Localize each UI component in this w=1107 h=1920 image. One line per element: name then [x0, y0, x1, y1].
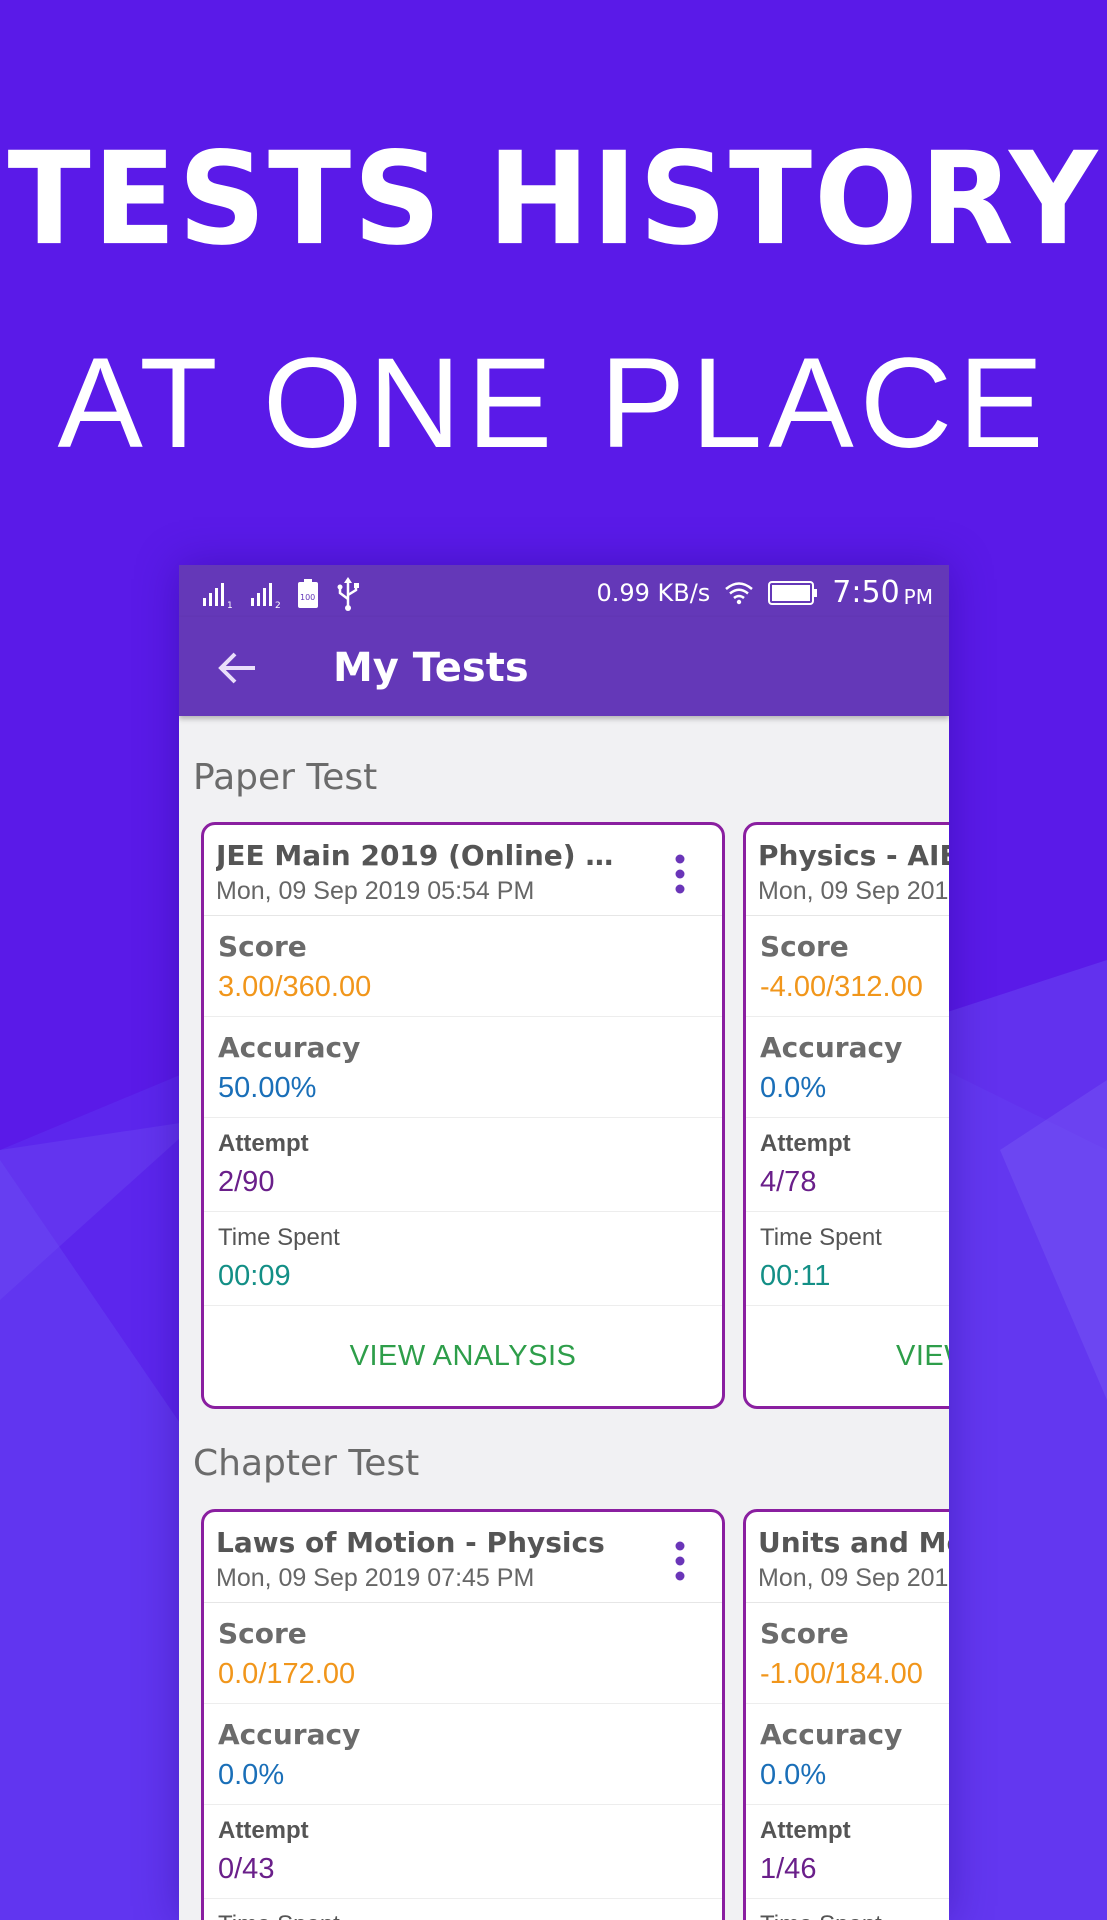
metric-value: 0.0% — [760, 1072, 827, 1104]
card-title: Laws of Motion - Physics — [216, 1526, 605, 1559]
metric-label: Attempt — [218, 1817, 309, 1844]
metric-accuracy: Accuracy 50.00% — [204, 1017, 722, 1118]
test-card[interactable]: Units and Mea Mon, 09 Sep 2019 Score -1.… — [743, 1509, 949, 1920]
metric-time-spent: Time Spent — [746, 1899, 949, 1920]
metric-value: 0/43 — [218, 1853, 275, 1885]
more-vert-icon[interactable] — [674, 853, 686, 895]
card-header: JEE Main 2019 (Online) 12t... Mon, 09 Se… — [204, 825, 722, 916]
metric-value: 0.0/172.00 — [218, 1658, 356, 1690]
view-analysis-button[interactable]: VIEW ANALYSIS — [746, 1306, 949, 1406]
metric-value: 2/90 — [218, 1166, 275, 1198]
metric-value: 3.00/360.00 — [218, 971, 372, 1003]
metric-label: Score — [218, 1617, 307, 1650]
metric-attempt: Attempt 2/90 — [204, 1118, 722, 1212]
data-speed: 0.99 KB/s — [596, 578, 711, 607]
metric-label: Accuracy — [218, 1718, 361, 1751]
metric-value: -1.00/184.00 — [760, 1658, 923, 1690]
metric-value: 4/78 — [760, 1166, 817, 1198]
metric-accuracy: Accuracy 0.0% — [746, 1017, 949, 1118]
svg-text:1: 1 — [227, 601, 233, 608]
svg-text:2: 2 — [275, 601, 281, 608]
metric-time-spent: Time Spent 00:09 — [204, 1212, 722, 1306]
metric-label: Time Spent — [760, 1899, 949, 1920]
metric-label: Time Spent — [218, 1899, 722, 1920]
card-header: Physics - AIEE Mon, 09 Sep 2019 — [746, 825, 949, 916]
card-title: JEE Main 2019 (Online) 12t... — [216, 839, 616, 872]
metric-score: Score 0.0/172.00 — [204, 1603, 722, 1704]
metric-label: Attempt — [218, 1130, 309, 1157]
metric-accuracy: Accuracy 0.0% — [746, 1704, 949, 1805]
metric-label: Accuracy — [760, 1031, 903, 1064]
metric-attempt: Attempt 1/46 — [746, 1805, 949, 1899]
card-title: Units and Mea — [758, 1526, 949, 1559]
promo-headline-primary: TESTS HISTORY — [7, 124, 1100, 274]
metric-value: 00:11 — [760, 1260, 831, 1292]
card-header: Laws of Motion - Physics Mon, 09 Sep 201… — [204, 1512, 722, 1603]
card-title: Physics - AIEE — [758, 839, 949, 872]
promo-headline-secondary: AT ONE PLACE — [57, 332, 1050, 475]
metric-label: Accuracy — [218, 1031, 361, 1064]
metric-score: Score 3.00/360.00 — [204, 916, 722, 1017]
section-title-paper-test: Paper Test — [193, 757, 378, 798]
signal-1-icon: 1 — [203, 583, 233, 608]
test-card[interactable]: Laws of Motion - Physics Mon, 09 Sep 201… — [201, 1509, 725, 1920]
card-date: Mon, 09 Sep 2019 — [758, 1564, 949, 1592]
back-arrow-icon[interactable] — [217, 651, 257, 685]
wifi-icon — [725, 581, 754, 604]
metric-label: Attempt — [760, 1130, 851, 1157]
metric-value: 50.00% — [218, 1072, 317, 1104]
card-header: Units and Mea Mon, 09 Sep 2019 — [746, 1512, 949, 1603]
metric-value: 1/46 — [760, 1853, 817, 1885]
svg-text:100: 100 — [300, 593, 315, 602]
metric-accuracy: Accuracy 0.0% — [204, 1704, 722, 1805]
metric-attempt: Attempt 4/78 — [746, 1118, 949, 1212]
metric-label: Attempt — [760, 1817, 851, 1844]
view-analysis-button[interactable]: VIEW ANALYSIS — [204, 1306, 722, 1406]
clock-time: 7:50 — [832, 575, 900, 610]
metric-value: -4.00/312.00 — [760, 971, 923, 1003]
metric-label: Time Spent — [218, 1224, 340, 1251]
phone-screen: 1 2 100 0.99 KB/s 7:50 PM My Tests Paper… — [179, 565, 949, 1920]
metric-time-spent: Time Spent — [204, 1899, 722, 1920]
metric-label: Accuracy — [760, 1718, 903, 1751]
more-vert-icon[interactable] — [674, 1540, 686, 1582]
metric-value: 0.0% — [218, 1759, 285, 1791]
metric-label: Score — [760, 1617, 849, 1650]
section-title-chapter-test: Chapter Test — [193, 1443, 420, 1484]
test-card[interactable]: Physics - AIEE Mon, 09 Sep 2019 Score -4… — [743, 822, 949, 1409]
metric-label: Score — [218, 930, 307, 963]
signal-2-icon: 2 — [251, 583, 281, 608]
metric-value: 0.0% — [760, 1759, 827, 1791]
metric-time-spent: Time Spent 00:11 — [746, 1212, 949, 1306]
metric-label: Time Spent — [760, 1224, 882, 1251]
clock-ampm: PM — [903, 584, 933, 609]
test-card[interactable]: JEE Main 2019 (Online) 12t... Mon, 09 Se… — [201, 822, 725, 1409]
metric-score: Score -4.00/312.00 — [746, 916, 949, 1017]
card-date: Mon, 09 Sep 2019 05:54 PM — [216, 877, 535, 905]
app-bar: My Tests — [179, 617, 949, 716]
battery-full-icon — [768, 580, 818, 605]
battery-icon: 100 — [298, 579, 318, 608]
status-bar: 1 2 100 0.99 KB/s 7:50 PM — [179, 565, 949, 617]
metric-attempt: Attempt 0/43 — [204, 1805, 722, 1899]
page-title: My Tests — [333, 645, 529, 691]
usb-icon — [337, 577, 359, 611]
metric-label: Score — [760, 930, 849, 963]
metric-value: 00:09 — [218, 1260, 291, 1292]
metric-score: Score -1.00/184.00 — [746, 1603, 949, 1704]
card-date: Mon, 09 Sep 2019 07:45 PM — [216, 1564, 535, 1592]
card-date: Mon, 09 Sep 2019 — [758, 877, 949, 905]
